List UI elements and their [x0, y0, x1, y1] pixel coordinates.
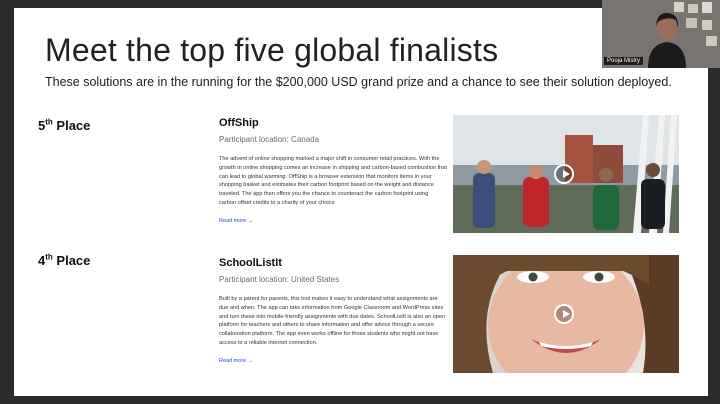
entry-location: Participant location: United States: [219, 275, 340, 284]
schoollistit-founder-photo[interactable]: [453, 255, 679, 373]
place-word: Place: [52, 118, 91, 133]
place-label-4th: 4th Place: [38, 253, 90, 268]
entry-offship: OffShip Participant location: Canada The…: [219, 117, 447, 224]
play-button-icon[interactable]: [554, 164, 574, 184]
place-word: Place: [52, 253, 91, 268]
slide-title: Meet the top five global finalists: [45, 32, 499, 68]
entry-location: Participant location: Canada: [219, 135, 320, 144]
read-more-link[interactable]: Read more →: [219, 358, 447, 364]
entry-name: SchoolListIt: [219, 257, 282, 269]
slide-subtitle: These solutions are in the running for t…: [45, 75, 672, 89]
read-more-link[interactable]: Read more →: [219, 218, 447, 224]
play-button-icon[interactable]: [554, 304, 574, 324]
participant-name-label: Pooja Mistry: [604, 57, 644, 65]
entry-description: Built by a parent for parents, this tool…: [219, 296, 446, 346]
participant-video-tile[interactable]: Pooja Mistry: [602, 0, 720, 68]
entry-schoollistit: SchoolListIt Participant location: Unite…: [219, 257, 447, 364]
entry-description: The advent of online shopping marked a m…: [219, 156, 447, 206]
place-suffix: th: [45, 252, 53, 262]
offship-team-photo[interactable]: [453, 115, 679, 233]
entry-name: OffShip: [219, 117, 259, 129]
place-suffix: th: [45, 117, 53, 127]
place-label-5th: 5th Place: [38, 118, 90, 133]
